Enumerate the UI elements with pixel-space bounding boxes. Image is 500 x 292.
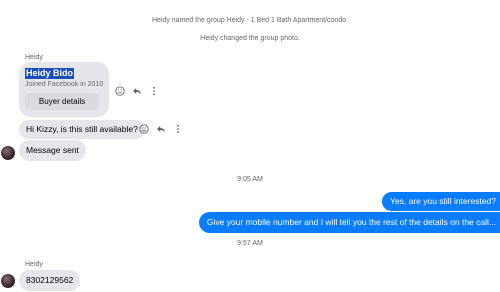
incoming-message[interactable]: Message sent (19, 140, 86, 161)
buyer-joined-text: Joined Facebook in 2010 (25, 81, 104, 88)
system-notice-photo-changed: Heidy changed the group photo. (200, 35, 300, 42)
system-notice-group-named: Heidy named the group Heidy - 1 Bed 1 Ba… (151, 17, 349, 24)
timestamp: 9:05 AM (237, 176, 263, 183)
incoming-message[interactable]: 8302129562 (19, 270, 81, 291)
timestamp: 9:57 AM (237, 240, 263, 247)
sender-name: Heidy (25, 261, 43, 268)
buyer-name[interactable]: Heidy Bido (25, 68, 75, 79)
smiley-icon[interactable] (138, 124, 149, 135)
avatar[interactable] (1, 146, 15, 160)
reply-icon[interactable] (155, 124, 166, 135)
outgoing-message[interactable]: Give your mobile number and I will tell … (198, 212, 500, 233)
more-dots-icon[interactable] (148, 86, 159, 97)
incoming-message[interactable]: Hi Kizzy, is this still available? (19, 120, 145, 139)
sender-name: Heidy (25, 54, 43, 61)
message-actions (114, 85, 159, 97)
message-actions (138, 123, 183, 135)
more-dots-icon[interactable] (172, 124, 183, 135)
outgoing-message[interactable]: Yes, are you still interested? (382, 192, 500, 211)
smiley-icon[interactable] (114, 86, 125, 97)
reply-icon[interactable] (131, 86, 142, 97)
avatar[interactable] (1, 274, 15, 288)
buyer-profile-card: Heidy Bido Joined Facebook in 2010 Buyer… (19, 62, 109, 117)
buyer-details-button[interactable]: Buyer details (25, 93, 99, 110)
